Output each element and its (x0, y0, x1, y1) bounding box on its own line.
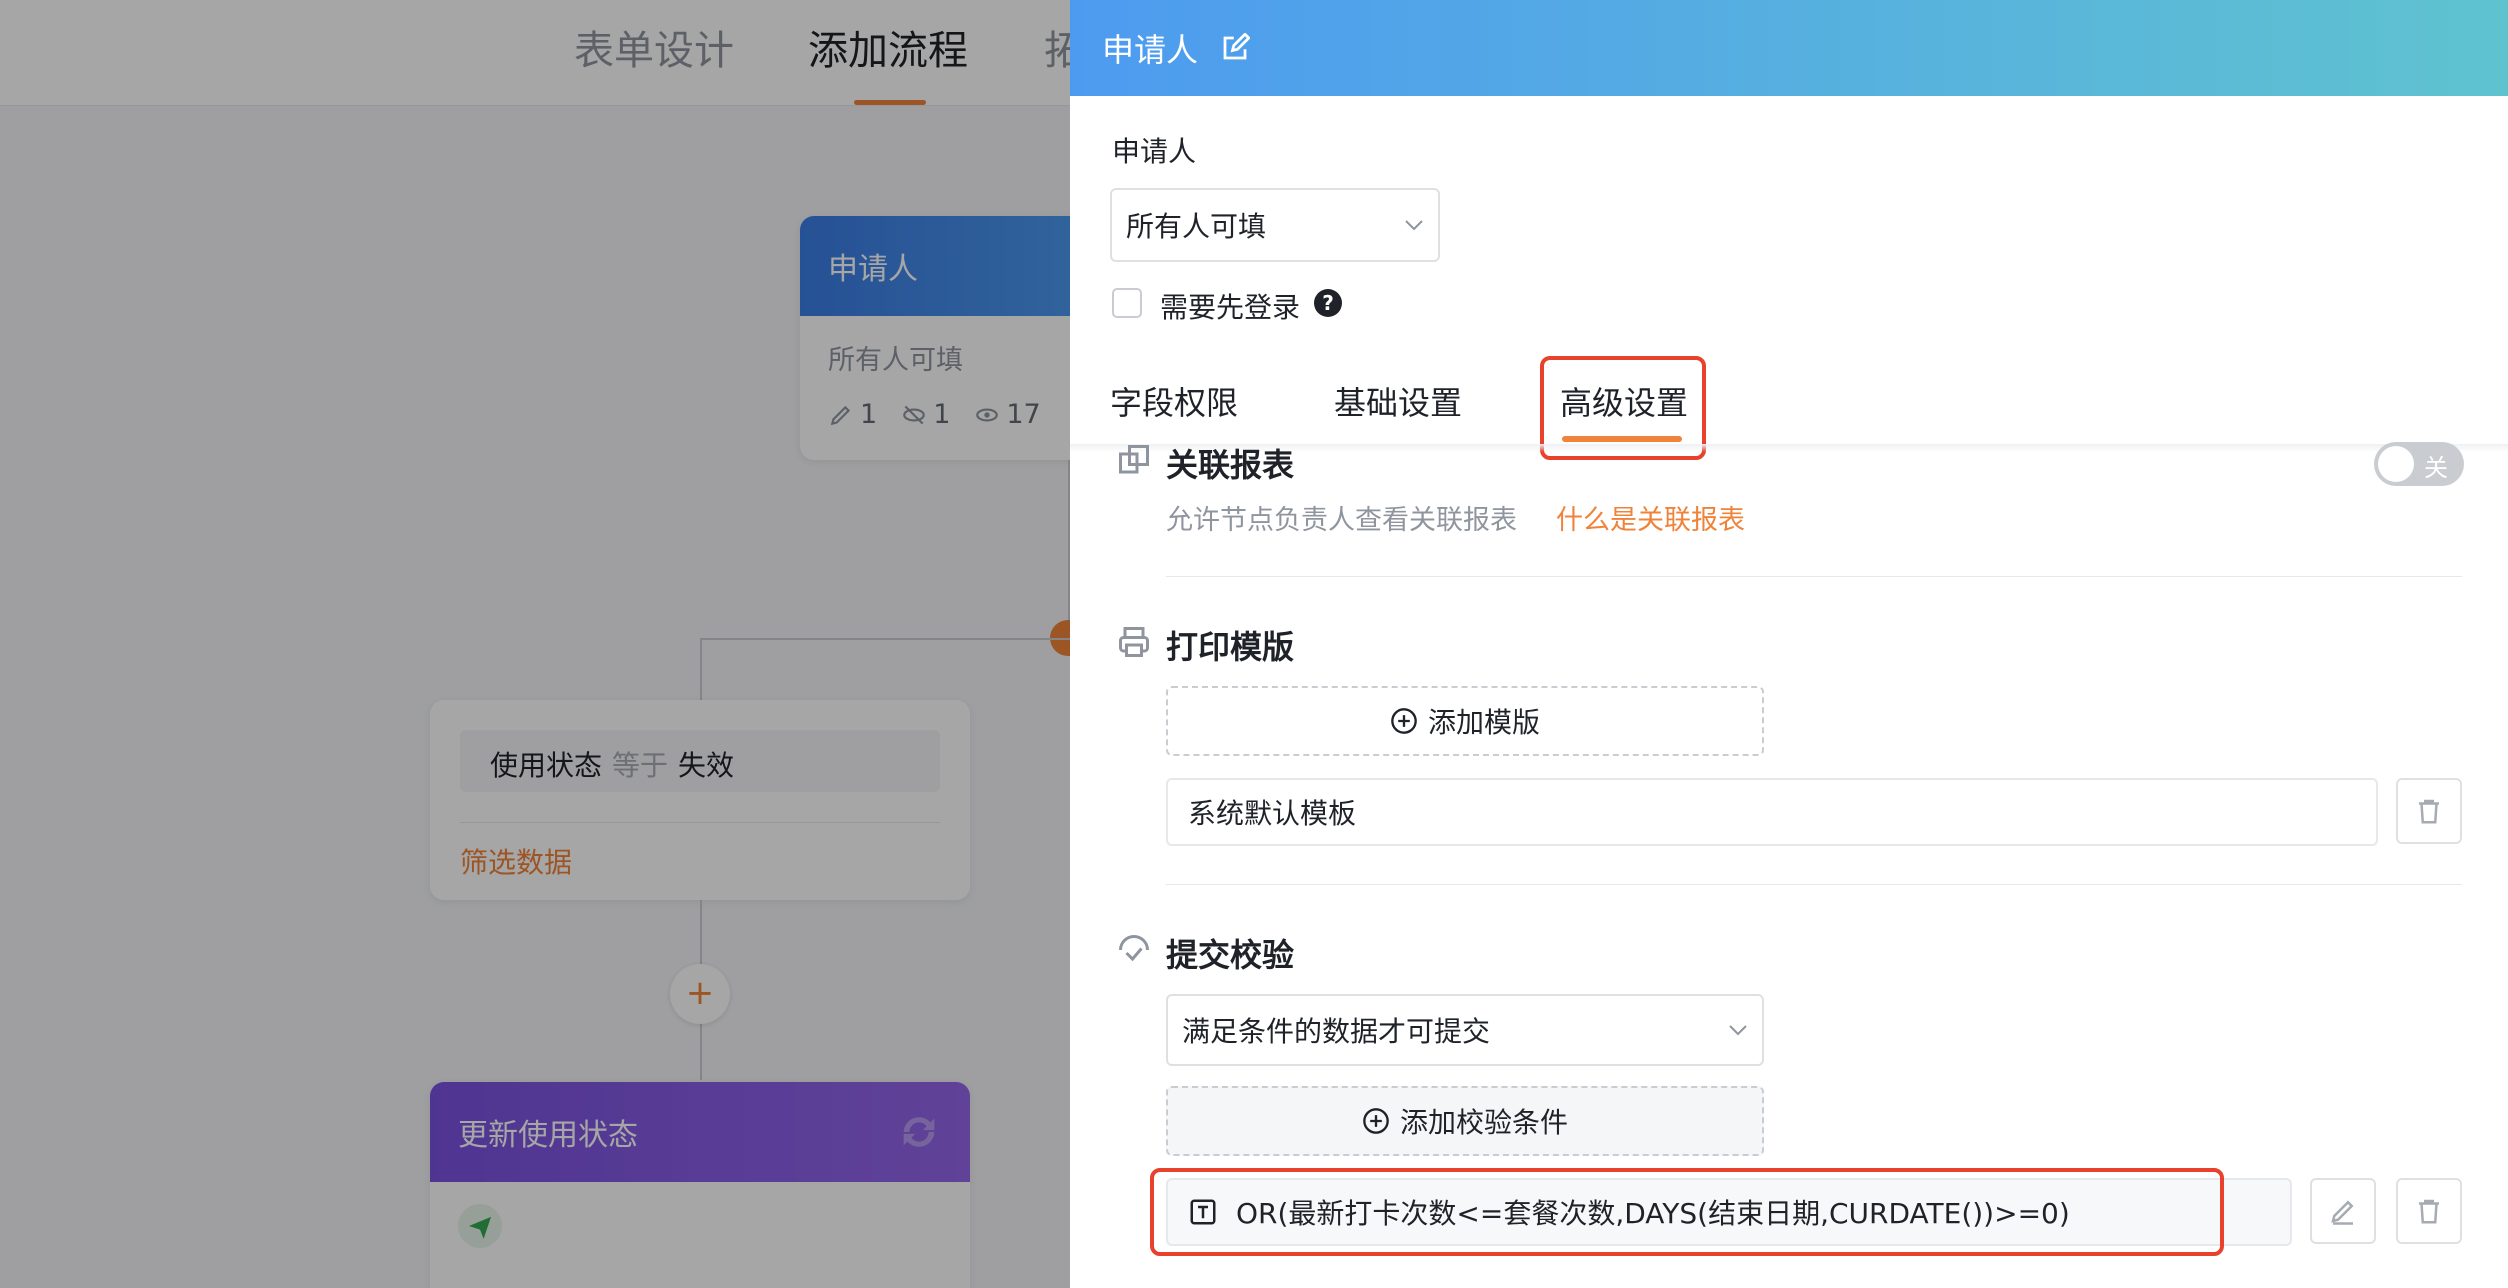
related-report-toggle[interactable]: 关 (2374, 442, 2464, 486)
validation-mode-value: 满足条件的数据才可提交 (1182, 1015, 1491, 1048)
add-validation-label: 添加校验条件 (1399, 1106, 1568, 1139)
help-icon[interactable]: ? (1314, 289, 1342, 317)
chevron-down-icon (1729, 1025, 1747, 1036)
what-is-related-report-link[interactable]: 什么是关联报表 (1556, 498, 1745, 537)
linked-report-icon (1119, 445, 1149, 474)
node-settings-drawer: 申请人 申请人 所有人可填 需要先登录 ? 字段权限 基础设置 高级设置 关联报… (1070, 0, 2508, 1288)
delete-formula-button[interactable] (2396, 1178, 2462, 1244)
related-report-title: 关联报表 (1166, 446, 1295, 484)
template-name-value: 系统默认模板 (1188, 797, 1357, 830)
workflow-canvas: 表单设计 添加流程 拓 申请人 所有人可填 1 1 17 使用状态 等于 失效 筛选… (0, 0, 1072, 1288)
permission-select-value: 所有人可填 (1126, 210, 1267, 243)
toggle-state-label: 关 (2424, 454, 2448, 482)
toggle-knob (2378, 446, 2414, 482)
print-template-title: 打印模版 (1166, 628, 1295, 666)
login-required-label: 需要先登录 (1160, 291, 1301, 324)
tab-field-permission[interactable]: 字段权限 (1110, 378, 1238, 424)
plus-circle-icon (1391, 708, 1417, 734)
formula-highlight-box (1150, 1168, 2224, 1256)
login-required-checkbox[interactable] (1112, 288, 1142, 318)
drawer-title: 申请人 (1102, 31, 1199, 69)
printer-icon (1119, 627, 1149, 657)
submit-validation-title: 提交校验 (1166, 936, 1295, 974)
add-template-label: 添加模版 (1427, 706, 1540, 739)
trash-icon (2419, 799, 2439, 824)
edit-title-icon[interactable] (1220, 33, 1251, 63)
delete-template-button[interactable] (2396, 778, 2462, 844)
trash-icon (2419, 1199, 2439, 1224)
template-name-field[interactable]: 系统默认模板 (1166, 778, 2378, 846)
add-template-button[interactable]: 添加模版 (1166, 686, 1764, 756)
add-validation-button[interactable]: 添加校验条件 (1166, 1086, 1764, 1156)
drawer-tabs: 字段权限 基础设置 高级设置 (1070, 356, 2508, 444)
modal-overlay[interactable] (0, 0, 1072, 1288)
drawer-header: 申请人 (1070, 0, 2508, 96)
section-divider-1 (1166, 576, 2462, 577)
edit-formula-button[interactable] (2310, 1178, 2376, 1244)
chevron-down-icon (1405, 220, 1423, 231)
related-report-desc: 允许节点负责人查看关联报表 (1166, 505, 1517, 536)
validation-icon (1119, 935, 1149, 962)
permission-select[interactable]: 所有人可填 (1110, 188, 1440, 262)
tab-basic-settings[interactable]: 基础设置 (1334, 378, 1462, 424)
pencil-icon (2331, 1200, 2354, 1225)
plus-circle-icon (1363, 1108, 1389, 1134)
validation-mode-select[interactable]: 满足条件的数据才可提交 (1166, 994, 1764, 1066)
section-divider-2 (1166, 884, 2462, 885)
applicant-label: 申请人 (1112, 135, 1197, 168)
